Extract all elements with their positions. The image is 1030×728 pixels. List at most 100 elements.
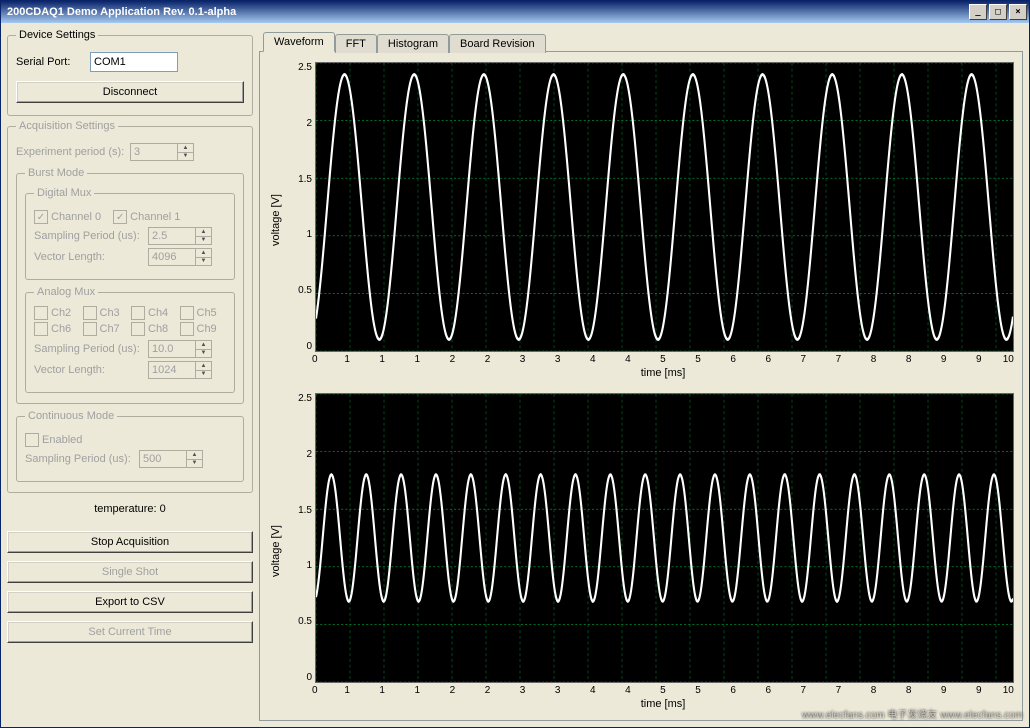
plot-top-ylabel: voltage [V]: [268, 62, 284, 379]
tick-label: 2.5: [284, 393, 312, 404]
analog-mux-label: Ch6: [51, 323, 71, 335]
tick-label: 0: [312, 685, 330, 696]
tick-label: 1: [284, 229, 312, 240]
tick-label: 1.5: [284, 505, 312, 516]
cont-sampling-input: [139, 450, 186, 468]
titlebar: 200CDAQ1 Demo Application Rev. 0.1-alpha…: [1, 1, 1029, 23]
tab-waveform[interactable]: Waveform: [263, 32, 335, 52]
right-panel: WaveformFFTHistogramBoard Revision volta…: [259, 29, 1023, 721]
tick-label: 10: [996, 685, 1014, 696]
tick-label: 6: [716, 685, 751, 696]
tick-label: 1: [284, 560, 312, 571]
window-title: 200CDAQ1 Demo Application Rev. 0.1-alpha: [7, 6, 967, 18]
maximize-button[interactable]: □: [989, 4, 1007, 20]
channel1-checkbox: ✓Channel 1: [113, 210, 180, 224]
analog-mux-ch9-checkbox: Ch9: [180, 322, 219, 336]
analog-mux-label: Ch2: [51, 307, 71, 319]
experiment-period-spinner: ▲▼: [130, 143, 194, 161]
burst-mode-legend: Burst Mode: [25, 167, 87, 179]
dmux-vector-label: Vector Length:: [34, 251, 144, 263]
analog-mux-ch2-checkbox: Ch2: [34, 306, 73, 320]
burst-mode-group: Burst Mode Digital Mux ✓Channel 0 ✓Chann…: [16, 167, 244, 404]
digital-mux-legend: Digital Mux: [34, 187, 94, 199]
tick-label: 10: [996, 354, 1014, 365]
export-csv-button[interactable]: Export to CSV: [7, 591, 253, 613]
tick-label: 0.5: [284, 616, 312, 627]
tick-label: 9: [926, 685, 961, 696]
analog-mux-label: Ch3: [100, 307, 120, 319]
tab-board-revision[interactable]: Board Revision: [449, 34, 546, 53]
temperature-readout: temperature: 0: [7, 503, 253, 515]
minimize-button[interactable]: _: [969, 4, 987, 20]
tick-label: 4: [575, 685, 610, 696]
continuous-enabled-checkbox: Enabled: [25, 433, 82, 447]
tick-label: 0: [312, 354, 330, 365]
chart-top: [315, 62, 1014, 352]
analog-mux-label: Ch9: [197, 323, 217, 335]
analog-mux-label: Ch5: [197, 307, 217, 319]
disconnect-button[interactable]: Disconnect: [16, 81, 244, 103]
tick-label: 1: [330, 685, 365, 696]
tick-label: 8: [856, 685, 891, 696]
amux-sampling-label: Sampling Period (us):: [34, 343, 144, 355]
experiment-period-input: [130, 143, 177, 161]
continuous-mode-group: Continuous Mode Enabled Sampling Period …: [16, 410, 244, 482]
analog-mux-ch5-checkbox: Ch5: [180, 306, 219, 320]
cont-sampling-label: Sampling Period (us):: [25, 453, 135, 465]
tick-label: 7: [786, 685, 821, 696]
set-current-time-button: Set Current Time: [7, 621, 253, 643]
plot-top-xlabel: time [ms]: [284, 367, 1014, 379]
analog-mux-label: Ch7: [100, 323, 120, 335]
tick-label: 5: [680, 685, 715, 696]
tick-label: 9: [961, 685, 996, 696]
tabbar: WaveformFFTHistogramBoard Revision: [259, 29, 1023, 51]
tick-label: 0: [284, 341, 312, 352]
plot-bottom: voltage [V] 2.521.510.50 011122334455667…: [268, 393, 1014, 710]
left-panel: Device Settings Serial Port: Disconnect …: [7, 29, 253, 721]
tab-fft[interactable]: FFT: [335, 34, 377, 53]
stop-acquisition-button[interactable]: Stop Acquisition: [7, 531, 253, 553]
dmux-sampling-label: Sampling Period (us):: [34, 230, 144, 242]
tick-label: 9: [961, 354, 996, 365]
single-shot-button: Single Shot: [7, 561, 253, 583]
amux-vector-label: Vector Length:: [34, 364, 144, 376]
tick-label: 8: [891, 685, 926, 696]
amux-sampling-input: [148, 340, 195, 358]
tick-label: 4: [610, 685, 645, 696]
tick-label: 3: [505, 354, 540, 365]
tick-label: 7: [786, 354, 821, 365]
tick-label: 6: [751, 685, 786, 696]
tick-label: 2: [284, 449, 312, 460]
analog-mux-label: Ch8: [148, 323, 168, 335]
tick-label: 2: [435, 354, 470, 365]
tick-label: 3: [540, 685, 575, 696]
tick-label: 8: [891, 354, 926, 365]
tab-histogram[interactable]: Histogram: [377, 34, 449, 53]
analog-mux-group: Analog Mux Ch2 Ch3 Ch4 Ch5 Ch6 Ch7 Ch8 Ch9 Samp…: [25, 286, 235, 393]
plot-bottom-ylabel: voltage [V]: [268, 393, 284, 710]
channel1-label: Channel 1: [130, 211, 180, 223]
close-button[interactable]: ×: [1009, 4, 1027, 20]
cont-sampling-spinner: ▲▼: [139, 450, 203, 468]
tick-label: 5: [645, 685, 680, 696]
dmux-sampling-spinner: ▲▼: [148, 227, 212, 245]
tick-label: 1: [365, 685, 400, 696]
analog-mux-legend: Analog Mux: [34, 286, 98, 298]
analog-mux-ch8-checkbox: Ch8: [131, 322, 170, 336]
tick-label: 0: [284, 672, 312, 683]
analog-mux-label: Ch4: [148, 307, 168, 319]
dmux-sampling-input: [148, 227, 195, 245]
analog-mux-ch3-checkbox: Ch3: [83, 306, 122, 320]
tick-label: 5: [645, 354, 680, 365]
serial-port-input[interactable]: [90, 52, 178, 72]
tick-label: 2: [284, 118, 312, 129]
dmux-vector-spinner: ▲▼: [148, 248, 212, 266]
tick-label: 0.5: [284, 285, 312, 296]
plot-bottom-xlabel: time [ms]: [284, 698, 1014, 710]
device-settings-legend: Device Settings: [16, 29, 98, 41]
tick-label: 2.5: [284, 62, 312, 73]
amux-vector-input: [148, 361, 195, 379]
tick-label: 2: [470, 354, 505, 365]
tick-label: 4: [575, 354, 610, 365]
tick-label: 6: [751, 354, 786, 365]
